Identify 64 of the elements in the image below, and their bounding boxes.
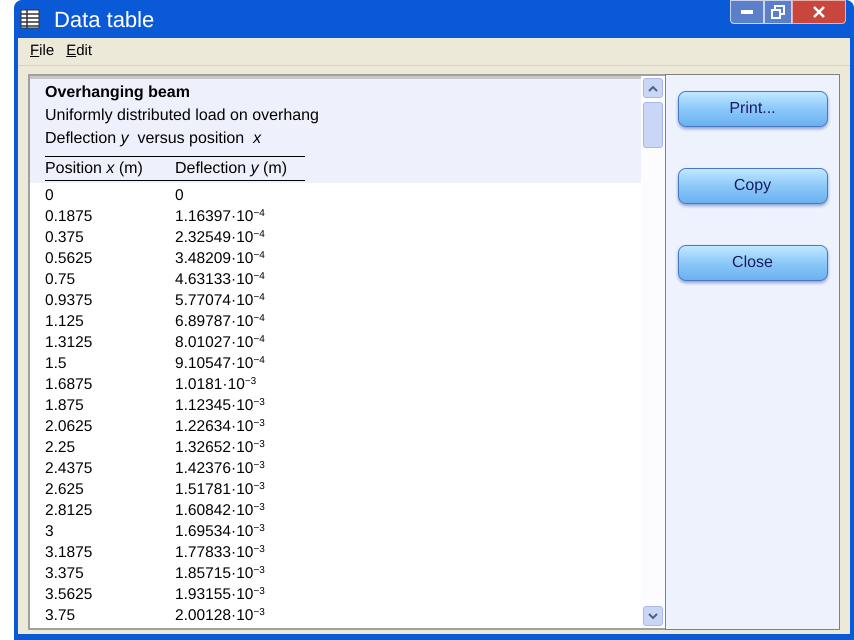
table-cell-text: 6.89787·10$^{−4}$ (175, 312, 265, 332)
table-cell-text: 2.32549·10$^{−4}$ (175, 228, 265, 248)
table-description: Deflection y versus position x (45, 129, 262, 149)
table-cell-text: 1.93155·10$^{−3}$ (175, 584, 265, 605)
window-title: Data table (54, 6, 154, 34)
table-cell-text: 0.75 (45, 270, 76, 290)
table-cell-text: 1.22634·10$^{−3}$ (175, 416, 265, 437)
table-cell-text: 2.8125 (45, 500, 94, 521)
table-cell-text: 0.375 (45, 228, 85, 248)
table-cell-text: 1.875 (45, 396, 85, 416)
table-cell-text: 2.00128·10$^{−3}$ (175, 606, 265, 626)
table-cell-text: 1.125 (45, 312, 85, 332)
dialog-button[interactable]: Close (678, 245, 828, 281)
scroll-down-button[interactable] (643, 606, 663, 626)
menu-item[interactable]: File (24, 40, 60, 63)
table-cell-text: 3 (45, 522, 55, 542)
table-cell-text: 1.60842·10$^{−3}$ (175, 500, 265, 521)
table-cell-text: 3.48209·10$^{−4}$ (175, 248, 265, 269)
table-cell-text: 2.25 (45, 438, 76, 458)
table-cell-text: 2.625 (45, 480, 85, 500)
table-cell-text: 2.4375 (45, 458, 94, 479)
dialog-button[interactable]: Copy (678, 168, 828, 204)
table-cell-text: 0 (175, 186, 184, 206)
table-cell-text: 0.5625 (45, 248, 94, 269)
table-cell-text: 3.375 (45, 564, 85, 584)
table-cell-text: 0.9375 (45, 290, 94, 311)
minimize-button[interactable] (730, 0, 764, 24)
table-cell-text: 4.63133·10$^{−4}$ (175, 270, 265, 290)
table-cell-text: 3.75 (45, 606, 76, 626)
close-window-button[interactable] (792, 0, 846, 24)
table-icon (20, 9, 40, 29)
table-cell-text: 1.6875 (45, 374, 94, 395)
minimize-icon (741, 10, 753, 14)
menu-item[interactable]: Edit (60, 40, 98, 63)
table-cell-text: 1.42376·10$^{−3}$ (175, 458, 265, 479)
table-cell-text: 2.0625 (45, 416, 94, 437)
table-cell-text: 1.32652·10$^{−3}$ (175, 438, 265, 458)
restore-icon (771, 5, 785, 19)
table-cell-text: 1.69534·10$^{−3}$ (175, 522, 265, 542)
column-header: Deflection y (m) (175, 159, 288, 178)
table-cell-text: 1.51781·10$^{−3}$ (175, 480, 265, 500)
column-header: Position x (m) (45, 159, 144, 178)
scroll-thumb[interactable] (643, 102, 663, 148)
restore-button[interactable] (764, 0, 792, 24)
table-cell-text: 1.12345·10$^{−3}$ (175, 396, 265, 416)
scroll-up-button[interactable] (643, 78, 663, 98)
table-cell-text: 1.85715·10$^{−3}$ (175, 564, 265, 584)
table-cell-text: 8.01027·10$^{−4}$ (175, 332, 265, 353)
scrollbar[interactable] (641, 76, 665, 628)
table-cell-text: 1.3125 (45, 332, 94, 353)
table-cell-text: 1.77833·10$^{−3}$ (175, 542, 265, 563)
table-cell-text: 5.77074·10$^{−4}$ (175, 290, 265, 311)
table-cell-text: 1.0181·10$^{−3}$ (175, 374, 256, 395)
table-subtitle: Uniformly distributed load on overhang (45, 106, 320, 126)
table-cell-text: 0.1875 (45, 206, 94, 227)
dialog-button[interactable]: Print... (678, 91, 828, 127)
close-icon (813, 6, 825, 18)
table-cell-text: 3.5625 (45, 584, 94, 605)
table-cell-text: 3.1875 (45, 542, 94, 563)
table-cell-text: 1.5 (45, 354, 68, 374)
table-cell-text: 0 (45, 186, 55, 206)
table-title: Overhanging beam (45, 83, 191, 103)
table-cell-text: 1.16397·10$^{−4}$ (175, 206, 265, 227)
table-cell-text: 9.10547·10$^{−4}$ (175, 354, 265, 374)
